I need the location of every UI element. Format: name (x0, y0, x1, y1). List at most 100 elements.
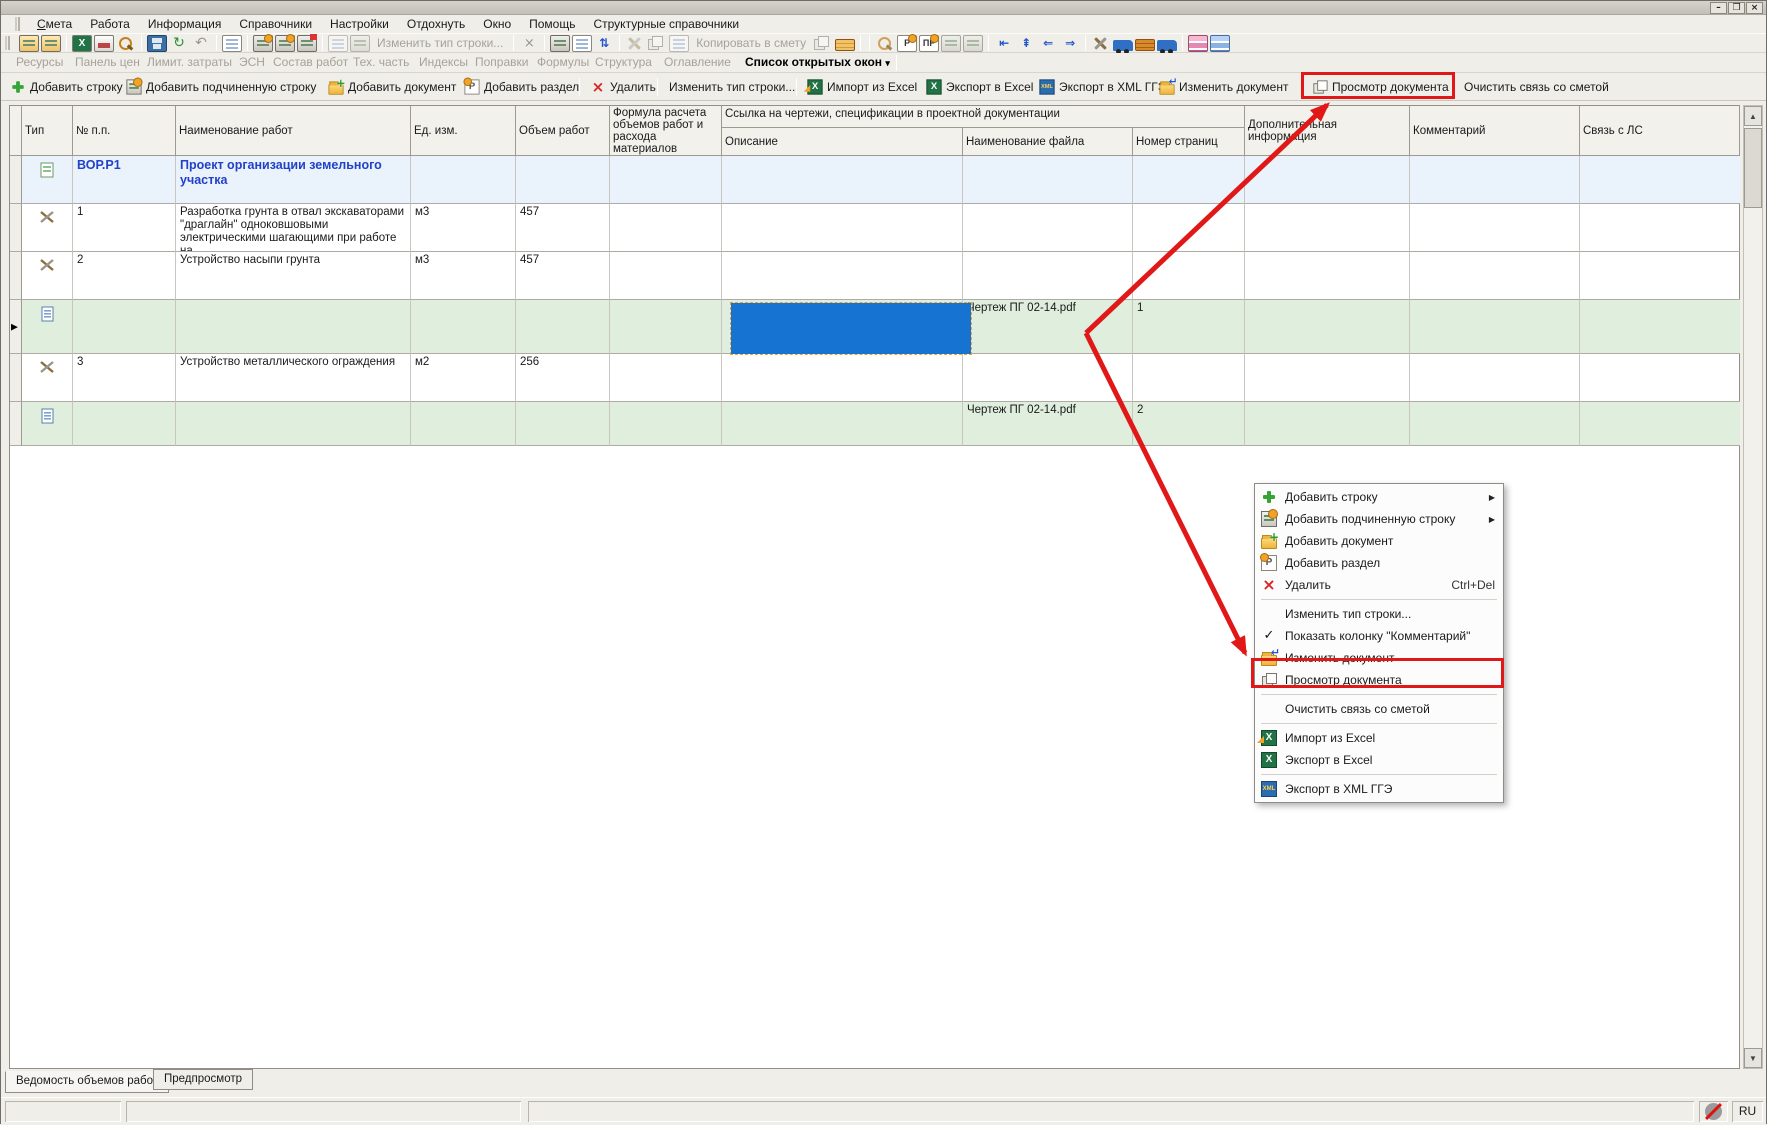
menu-otdohnut[interactable]: Отдохнуть (398, 16, 474, 32)
file-cell[interactable]: Чертеж ПГ 02-14.pdf (963, 300, 1133, 354)
num-cell[interactable] (73, 300, 176, 354)
abacus-icon[interactable] (550, 35, 570, 52)
col-header-formula[interactable]: Формула расчета объемов работ и расхода … (610, 106, 722, 156)
menu-informacia[interactable]: Информация (139, 16, 230, 32)
volume-cell[interactable]: 457 (516, 204, 610, 252)
name-cell[interactable] (176, 402, 411, 446)
row-type-gear2-icon[interactable] (275, 35, 295, 52)
description-cell[interactable] (722, 252, 963, 300)
indent-right-icon[interactable]: ⇒ (1060, 35, 1080, 52)
file-cell[interactable] (963, 252, 1133, 300)
structure-tree-add-icon[interactable] (41, 35, 61, 52)
pages-cell[interactable]: 2 (1133, 402, 1245, 446)
col-header-pages[interactable]: Номер страниц (1133, 128, 1245, 156)
unit-cell[interactable] (411, 402, 516, 446)
type-cell[interactable] (22, 354, 73, 402)
page-edit-icon[interactable] (572, 35, 592, 52)
excel-icon[interactable] (72, 35, 92, 52)
comment-cell[interactable] (1410, 354, 1580, 402)
pages-cell[interactable] (1133, 204, 1245, 252)
ctx-add-sub-row[interactable]: Добавить подчиненную строку▶ (1255, 508, 1503, 530)
pdf-icon[interactable] (94, 35, 114, 52)
truck-crane-icon[interactable] (1157, 40, 1177, 51)
table-row[interactable]: 3 Устройство металлического ограждения м… (10, 354, 1740, 402)
ctx-add-document[interactable]: Добавить документ (1255, 530, 1503, 552)
estimate-link-cell[interactable] (1580, 252, 1740, 300)
row-indicator[interactable] (10, 402, 22, 446)
copy-page-icon[interactable] (813, 35, 833, 52)
maximize-button[interactable]: ❒ (1728, 2, 1745, 14)
export-xml-gge-button[interactable]: Экспорт в XML ГГЭ (1034, 76, 1171, 98)
type-cell[interactable] (22, 252, 73, 300)
refresh-icon[interactable]: ↻ (169, 35, 189, 52)
table-row[interactable]: 1 Разработка грунта в отвал экскаваторам… (10, 204, 1740, 252)
file-cell[interactable] (963, 354, 1133, 402)
pages-cell[interactable] (1133, 354, 1245, 402)
tab-panel-cen[interactable]: Панель цен (75, 55, 140, 69)
tree-cut2-icon[interactable] (963, 35, 983, 52)
undo-icon[interactable]: ↶ (191, 35, 211, 52)
unit-cell[interactable] (411, 300, 516, 354)
file-cell[interactable] (963, 156, 1133, 204)
building-icon[interactable] (350, 35, 370, 52)
tab-struktura[interactable]: Структура (595, 55, 652, 69)
menu-nastroiki[interactable]: Настройки (321, 16, 398, 32)
view-document-button[interactable]: Просмотр документа (1307, 76, 1454, 98)
section-pr-icon[interactable]: ПР (919, 35, 939, 52)
type-cell[interactable] (22, 204, 73, 252)
extra-cell[interactable] (1245, 354, 1410, 402)
description-cell[interactable] (722, 156, 963, 204)
name-cell[interactable]: Устройство насыпи грунта (176, 252, 411, 300)
ctx-add-row[interactable]: Добавить строку▶ (1255, 486, 1503, 508)
indent-left-icon[interactable]: ⇐ (1038, 35, 1058, 52)
ctx-export-xml-gge[interactable]: Экспорт в XML ГГЭ (1255, 778, 1503, 800)
col-header-file[interactable]: Наименование файла (963, 128, 1133, 156)
row-indicator[interactable] (10, 354, 22, 402)
description-cell[interactable] (722, 402, 963, 446)
scroll-up-button[interactable]: ▲ (1744, 106, 1762, 126)
add-sub-row-button[interactable]: Добавить подчиненную строку (121, 76, 321, 98)
estimate-link-cell[interactable] (1580, 156, 1740, 204)
ctx-change-row-type[interactable]: Изменить тип строки... (1255, 603, 1503, 625)
name-cell[interactable]: Устройство металлического ограждения (176, 354, 411, 402)
formula-cell[interactable] (610, 354, 722, 402)
num-cell[interactable] (73, 402, 176, 446)
copy-to-estimate-button[interactable]: Копировать в смету (690, 36, 812, 50)
menu-strukturnye-spravochniki[interactable]: Структурные справочники (584, 16, 748, 32)
estimate-link-cell[interactable] (1580, 402, 1740, 446)
add-section-button[interactable]: Добавить раздел (459, 76, 584, 98)
extra-cell[interactable] (1245, 402, 1410, 446)
add-document-button[interactable]: Добавить документ (323, 76, 461, 98)
import-excel-button[interactable]: Импорт из Excel (802, 76, 922, 98)
num-cell[interactable]: ВОР.Р1 (73, 156, 176, 204)
row-indicator-current[interactable]: ▶ (10, 300, 22, 354)
layers-blue-icon[interactable] (1210, 35, 1230, 52)
menu-pomosch[interactable]: Помощь (520, 16, 584, 32)
ctx-show-comment-column[interactable]: Показать колонку "Комментарий" (1255, 625, 1503, 647)
col-header-volume[interactable]: Объем работ (516, 106, 610, 156)
file-cell[interactable]: Чертеж ПГ 02-14.pdf (963, 402, 1133, 446)
tools-icon[interactable] (1091, 35, 1111, 52)
extra-cell[interactable] (1245, 204, 1410, 252)
col-group-header-links[interactable]: Ссылка на чертежи, спецификации в проект… (722, 106, 1245, 128)
plan-icon[interactable] (875, 35, 895, 52)
formula-cell[interactable] (610, 204, 722, 252)
paste-icon[interactable] (669, 35, 689, 52)
section-p-icon[interactable]: Р (897, 35, 917, 52)
unlock-icon[interactable] (222, 35, 242, 52)
delete-button[interactable]: Удалить (585, 76, 661, 98)
table-row[interactable]: 2 Устройство насыпи грунта м3 457 (10, 252, 1740, 300)
col-header-comment[interactable]: Комментарий (1410, 106, 1580, 156)
volume-cell[interactable] (516, 300, 610, 354)
col-header-unit[interactable]: Ед. изм. (411, 106, 516, 156)
tab-indeksy[interactable]: Индексы (419, 55, 468, 69)
col-header-description[interactable]: Описание (722, 128, 963, 156)
description-cell[interactable] (722, 354, 963, 402)
sort-icon[interactable]: ⇅ (594, 35, 614, 52)
comment-cell[interactable] (1410, 300, 1580, 354)
extra-cell[interactable] (1245, 300, 1410, 354)
num-cell[interactable]: 3 (73, 354, 176, 402)
estimate-link-cell[interactable] (1580, 204, 1740, 252)
add-row-button[interactable]: Добавить строку (5, 76, 128, 98)
toolbar-grip[interactable] (5, 36, 10, 50)
